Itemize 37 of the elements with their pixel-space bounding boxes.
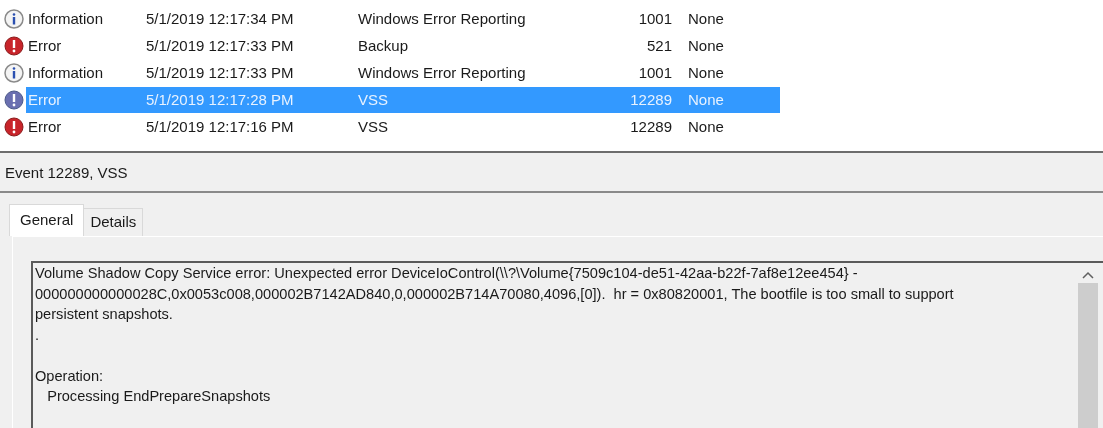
source-cell-text: Windows Error Reporting (358, 64, 527, 81)
date-cell-text: 5/1/2019 12:17:34 PM (146, 10, 295, 27)
level-cell-text: Information (27, 10, 105, 27)
date-cell-text: 5/1/2019 12:17:28 PM (146, 91, 295, 108)
level-cell-text: Error (27, 118, 63, 135)
error-icon (4, 116, 24, 137)
tab[interactable]: Details (83, 208, 144, 236)
task-cell-text: None (688, 91, 725, 108)
event-title: Event 12289, VSS (5, 163, 128, 181)
tab[interactable]: General (9, 204, 85, 236)
event-id-cell-text: 521 (645, 37, 673, 54)
error-icon (4, 35, 24, 56)
level-cell-text: Error (27, 91, 63, 108)
information-icon (4, 8, 24, 29)
event-id-cell-text: 1001 (637, 64, 673, 81)
error-icon (4, 89, 24, 110)
event-id-cell-text: 1001 (637, 10, 673, 27)
event-id-cell-text: 12289 (629, 118, 673, 135)
level-cell-text: Error (27, 37, 63, 54)
scroll-up-icon[interactable] (1082, 271, 1094, 279)
level-cell-text: Information (27, 64, 105, 81)
information-icon (4, 62, 24, 83)
source-cell-text: Windows Error Reporting (358, 10, 527, 27)
event-id-cell-text: 12289 (629, 91, 673, 108)
selected-row-highlight[interactable] (26, 87, 780, 113)
source-cell-text: VSS (358, 91, 389, 108)
scrollbar-thumb[interactable] (1078, 283, 1098, 428)
task-cell-text: None (688, 118, 725, 135)
task-cell-text: None (688, 64, 725, 81)
event-description: Volume Shadow Copy Service error: Unexpected error DeviceIoControl(\\?\Volume{7509c104-de51-42aa-b22f-7af8e12ee454} - 000000000000028C,0x0053c008,000002B7142AD840,0,000002B714A70080,4096,[0]). hr = 0x80820001, The bootfile is too small to support persistent snapshots. . Operation: Processing EndPrepareSnapshots (34, 264, 955, 406)
task-cell-text: None (688, 10, 725, 27)
date-cell-text: 5/1/2019 12:17:33 PM (146, 64, 295, 81)
source-cell-text: Backup (358, 37, 410, 54)
date-cell-text: 5/1/2019 12:17:33 PM (146, 37, 295, 54)
source-cell-text: VSS (358, 118, 389, 135)
task-cell-text: None (688, 37, 725, 54)
date-cell-text: 5/1/2019 12:17:16 PM (146, 118, 295, 135)
